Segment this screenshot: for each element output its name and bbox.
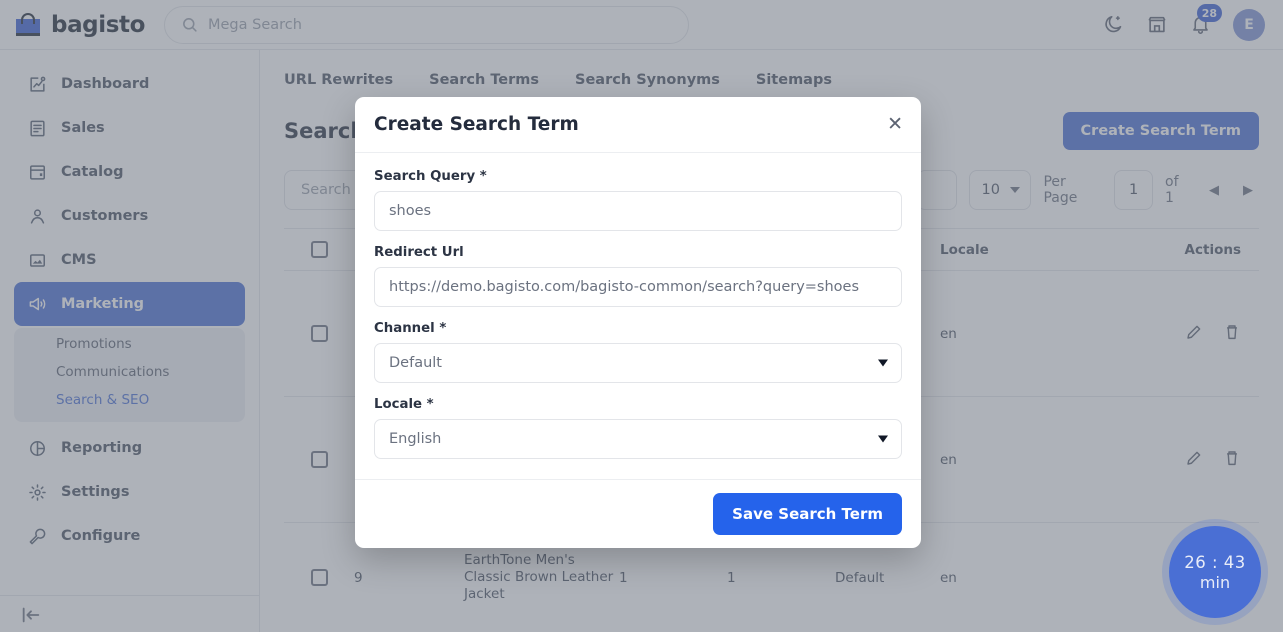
field-locale: Locale * English (374, 397, 902, 459)
chevron-down-icon (878, 360, 888, 367)
field-label: Redirect Url (374, 245, 902, 260)
search-query-input[interactable]: shoes (374, 191, 902, 231)
modal-footer: Save Search Term (355, 479, 921, 548)
field-label: Channel * (374, 321, 902, 336)
field-label: Search Query * (374, 169, 902, 184)
modal-header: Create Search Term ✕ (355, 97, 921, 153)
field-channel: Channel * Default (374, 321, 902, 383)
channel-select-wrap: Default (374, 343, 902, 383)
session-timer-widget[interactable]: 26 : 43 min (1169, 526, 1261, 618)
create-search-term-modal: Create Search Term ✕ Search Query * shoe… (355, 97, 921, 548)
modal-title: Create Search Term (374, 114, 579, 135)
timer-unit: min (1200, 573, 1230, 592)
save-search-term-button[interactable]: Save Search Term (713, 493, 902, 535)
locale-select-wrap: English (374, 419, 902, 459)
redirect-url-input[interactable]: https://demo.bagisto.com/bagisto-common/… (374, 267, 902, 307)
channel-select[interactable]: Default (374, 343, 902, 383)
locale-select[interactable]: English (374, 419, 902, 459)
modal-body: Search Query * shoes Redirect Url https:… (355, 153, 921, 479)
field-search-query: Search Query * shoes (374, 169, 902, 231)
chevron-down-icon (878, 436, 888, 443)
field-label: Locale * (374, 397, 902, 412)
app-root: bagisto Mega Search (0, 0, 1283, 632)
timer-time: 26 : 43 (1184, 553, 1246, 572)
field-redirect-url: Redirect Url https://demo.bagisto.com/ba… (374, 245, 902, 307)
close-icon[interactable]: ✕ (887, 115, 903, 134)
